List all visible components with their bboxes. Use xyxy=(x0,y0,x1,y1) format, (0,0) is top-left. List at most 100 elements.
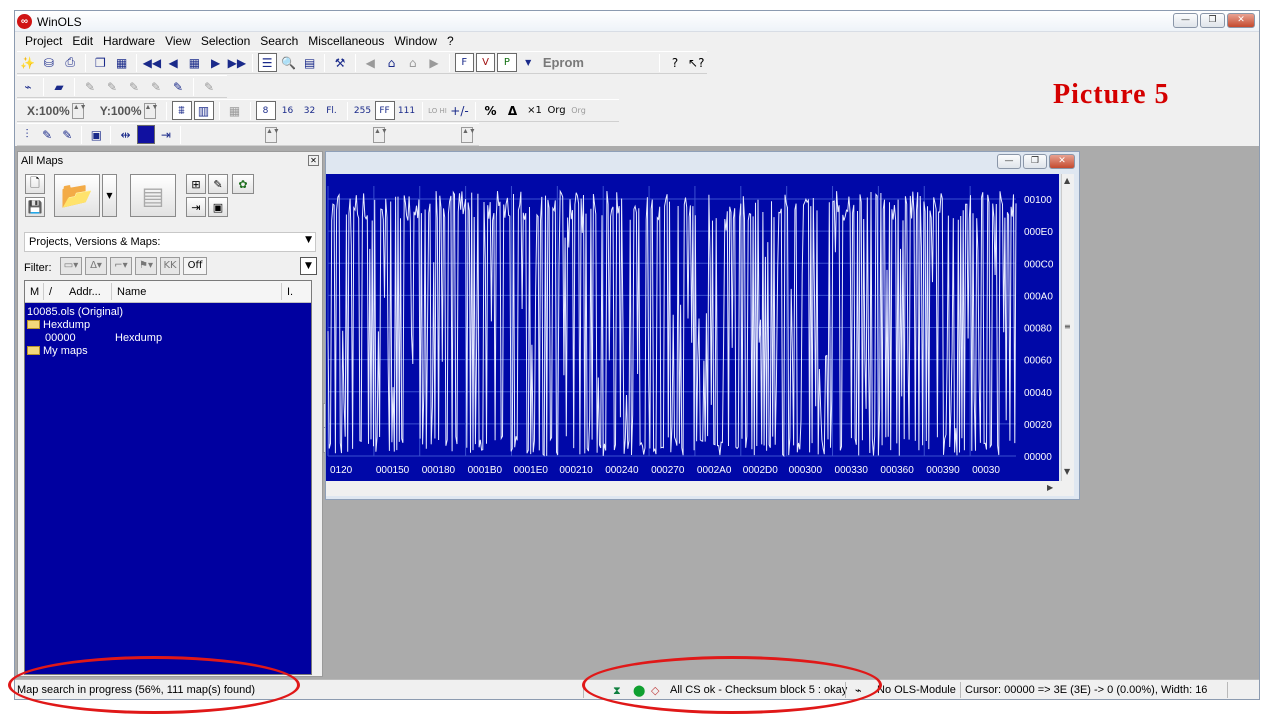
hex-button[interactable]: FF xyxy=(374,101,395,120)
fast-forward-icon[interactable]: ▶▶ xyxy=(227,53,246,72)
tree-folder-hexdump[interactable]: Hexdump xyxy=(27,319,90,331)
filter-dropdown-button[interactable]: ▼ xyxy=(300,257,317,275)
filter-range-button[interactable]: ⌐▾ xyxy=(110,257,132,275)
factor-button[interactable]: ×1 xyxy=(525,101,545,120)
format-16bit-button[interactable]: 16 xyxy=(278,101,298,120)
width-spinner[interactable]: ▲▼ xyxy=(372,126,388,143)
format-32bit-button[interactable]: 32 xyxy=(300,101,320,120)
menu-project[interactable]: Project xyxy=(20,32,67,51)
binary-button[interactable]: 111 xyxy=(397,101,417,120)
scroll-up-icon[interactable]: ▲ xyxy=(1064,176,1070,185)
tree-project-row[interactable]: 10085.ols (Original) xyxy=(27,306,123,318)
menu-selection[interactable]: Selection xyxy=(196,32,255,51)
chip-icon[interactable]: ▰ xyxy=(49,77,69,96)
column-i[interactable]: I. xyxy=(287,286,293,298)
filter-delta-button[interactable]: Δ▾ xyxy=(85,257,107,275)
vertical-scrollbar[interactable]: ▲ ≡ ▼ xyxy=(1061,174,1074,481)
view-2d-icon[interactable]: ⩩ xyxy=(171,101,192,120)
menu-miscellaneous[interactable]: Miscellaneous xyxy=(303,32,389,51)
sign-icon[interactable]: +/- xyxy=(450,101,470,120)
open-dropdown-button[interactable]: ▼ xyxy=(102,174,117,217)
view-close-button[interactable]: ✕ xyxy=(1049,154,1075,169)
back-icon[interactable]: ◀ xyxy=(164,53,183,72)
maximize-button[interactable]: ❐ xyxy=(1200,13,1225,28)
import-button[interactable]: ▤ xyxy=(130,174,176,217)
layout-icon[interactable]: ▦ xyxy=(112,53,131,72)
width-icon[interactable]: ⇹ xyxy=(116,125,134,144)
column-m[interactable]: M xyxy=(30,286,39,298)
help-icon[interactable]: ? xyxy=(665,53,684,72)
columns-spinner[interactable]: ▲▼ xyxy=(460,126,476,143)
menu-view[interactable]: View xyxy=(160,32,196,51)
globe-button[interactable]: ✿ xyxy=(232,174,254,194)
x-zoom-spinner[interactable]: ▲▼ xyxy=(71,102,87,119)
filter-flag-button[interactable]: ⚑▾ xyxy=(135,257,157,275)
write-icon[interactable]: ✎ xyxy=(102,77,122,96)
new-project-button[interactable]: 🗋 xyxy=(25,174,45,194)
table-icon[interactable]: ▦ xyxy=(225,101,245,120)
save-button[interactable]: 💾 xyxy=(25,197,45,217)
projects-versions-maps-select[interactable]: Projects, Versions & Maps: ▼ xyxy=(24,232,316,252)
prev-icon[interactable]: ◀ xyxy=(361,53,380,72)
orig-compare-icon[interactable]: Org xyxy=(569,101,589,120)
delta-button[interactable]: Δ xyxy=(503,101,523,120)
properties-button[interactable]: ▣ xyxy=(208,197,228,217)
minimize-button[interactable]: — xyxy=(1173,13,1198,28)
menu-window[interactable]: Window xyxy=(389,32,442,51)
menu-hardware[interactable]: Hardware xyxy=(98,32,160,51)
p-icon[interactable]: P xyxy=(497,53,517,72)
filter-kk-button[interactable]: KK xyxy=(160,257,180,275)
chevron-down-icon[interactable]: ▼ xyxy=(519,53,538,72)
connector-icon[interactable]: ⌁ xyxy=(18,77,38,96)
scroll-grip-icon[interactable]: ≡ xyxy=(1064,322,1071,331)
verify-icon[interactable]: ✎ xyxy=(124,77,144,96)
tools-map-button[interactable]: ✎ xyxy=(208,174,228,194)
column-slash[interactable]: / xyxy=(49,286,52,298)
format-float-button[interactable]: Fl. xyxy=(322,101,342,120)
decimal-button[interactable]: 255 xyxy=(353,101,373,120)
view-3d-icon[interactable]: ▥ xyxy=(193,101,214,120)
rewind-icon[interactable]: ◀◀ xyxy=(142,53,161,72)
scroll-icon[interactable]: ▤ xyxy=(300,53,319,72)
original-button[interactable]: Org xyxy=(547,101,567,120)
scroll-down-icon[interactable]: ▼ xyxy=(1064,467,1070,476)
open-project-button[interactable]: 📂 xyxy=(54,174,100,217)
copy-window-icon[interactable]: ❐ xyxy=(91,53,110,72)
map-tree-list[interactable]: M / Addr... Name I. 10085.ols (Original)… xyxy=(24,280,312,675)
options-icon[interactable]: ✎ xyxy=(199,77,219,96)
format-8bit-button[interactable]: 8 xyxy=(255,101,276,120)
context-help-icon[interactable]: ↖? xyxy=(687,53,706,72)
menu-help[interactable]: ? xyxy=(442,32,459,51)
filter-off-button[interactable]: Off xyxy=(183,257,207,275)
horizontal-scrollbar[interactable]: ▶ xyxy=(326,481,1074,496)
play-icon[interactable]: ▶ xyxy=(206,53,225,72)
f-icon[interactable]: F xyxy=(454,53,474,72)
stack-icon[interactable]: ▣ xyxy=(87,125,105,144)
home-icon[interactable]: ⌂ xyxy=(382,53,401,72)
percent-button[interactable]: % xyxy=(481,101,501,120)
shift-icon[interactable]: ⇥ xyxy=(157,125,175,144)
offset-spinner[interactable]: ▲▼ xyxy=(264,126,280,143)
column-address[interactable]: Addr... xyxy=(69,286,101,298)
view-minimize-button[interactable]: — xyxy=(997,154,1021,169)
tools-icon[interactable]: ⚒ xyxy=(330,53,349,72)
wand-icon[interactable]: ✨ xyxy=(18,53,37,72)
copy-values-icon[interactable]: ✎ xyxy=(58,125,76,144)
tree-folder-my-maps[interactable]: My maps xyxy=(27,345,88,357)
home-alt-icon[interactable]: ⌂ xyxy=(403,53,422,72)
menu-edit[interactable]: Edit xyxy=(67,32,98,51)
erase-icon[interactable]: ✎ xyxy=(146,77,166,96)
filter-type-button[interactable]: ▭▾ xyxy=(60,257,82,275)
y-zoom-spinner[interactable]: ▲▼ xyxy=(143,102,158,119)
export-button[interactable]: ⇥ xyxy=(186,197,206,217)
scroll-right-icon[interactable]: ▶ xyxy=(1047,483,1053,492)
program-icon[interactable]: ✎ xyxy=(168,77,188,96)
cylinder-icon[interactable]: ⛁ xyxy=(39,53,58,72)
grid-icon[interactable]: ▦ xyxy=(185,53,204,72)
next-icon[interactable]: ▶ xyxy=(424,53,443,72)
text-view-icon[interactable]: ☰ xyxy=(257,53,277,72)
v-icon[interactable]: V xyxy=(475,53,496,72)
printer-icon[interactable]: ⎙ xyxy=(61,53,80,72)
read-icon[interactable]: ✎ xyxy=(80,77,100,96)
lohi-icon[interactable]: LO HI xyxy=(428,101,448,120)
